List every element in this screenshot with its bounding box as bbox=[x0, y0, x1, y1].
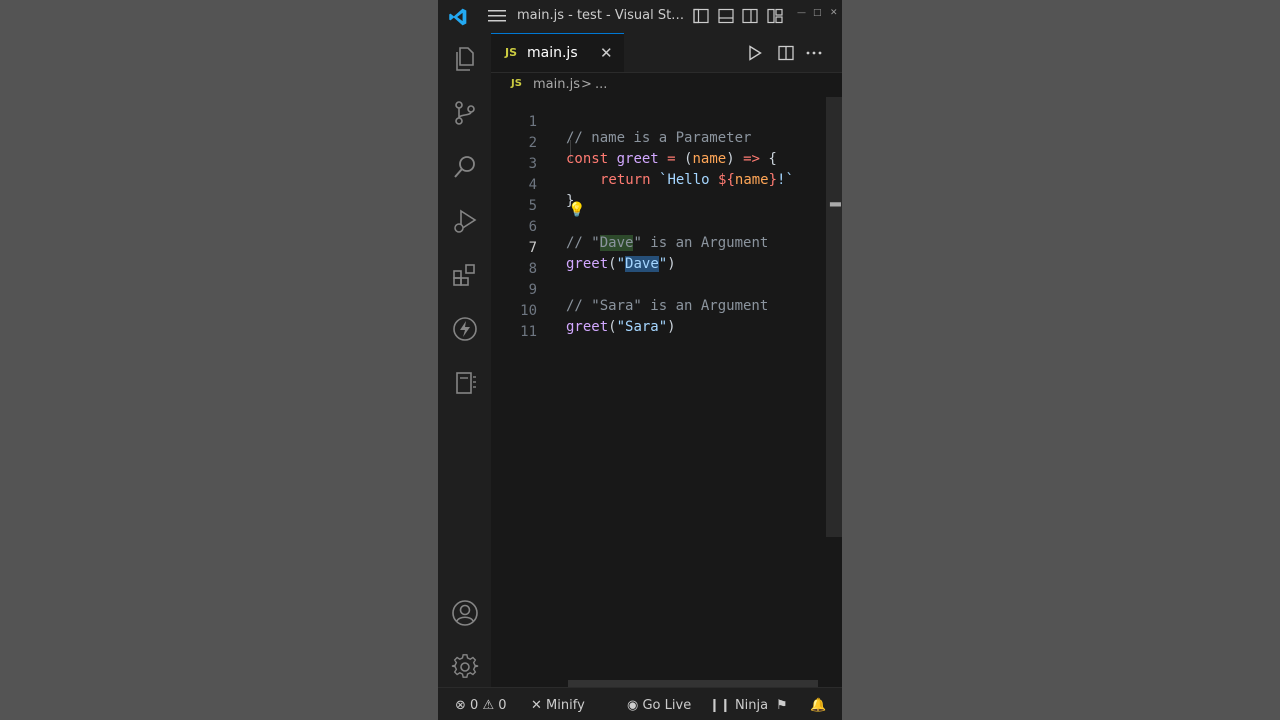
vscode-logo-icon[interactable] bbox=[448, 7, 468, 27]
code-line: 7 greet("Dave") bbox=[491, 224, 826, 272]
minify-button[interactable]: ✕ Minify bbox=[531, 698, 585, 713]
code-line: 11 bbox=[491, 308, 826, 340]
go-live-button[interactable]: ◉ Go Live bbox=[627, 698, 691, 713]
explorer-icon[interactable] bbox=[451, 45, 479, 73]
settings-gear-icon[interactable] bbox=[451, 653, 479, 681]
minimap-cursor-marker: ▂ bbox=[830, 191, 841, 207]
activity-bar bbox=[438, 33, 492, 687]
minify-icon: ✕ bbox=[531, 698, 542, 713]
notifications-bell-icon[interactable]: 🔔 bbox=[810, 698, 826, 713]
minimize-icon[interactable]: — bbox=[797, 8, 806, 18]
tab-label: main.js bbox=[527, 45, 578, 61]
source-control-icon[interactable] bbox=[451, 99, 479, 127]
status-bar: ⊗ 0 ⚠ 0 ✕ Minify ◉ Go Live ❙❙ Ninja ⚑ 🔔 bbox=[438, 687, 842, 720]
warning-count: 0 bbox=[498, 698, 507, 713]
toggle-secondary-sidebar-icon[interactable] bbox=[742, 8, 758, 24]
horizontal-scrollbar[interactable] bbox=[568, 680, 818, 687]
code-line: 8 bbox=[491, 245, 826, 277]
code-line: 9 // "Sara" is an Argument bbox=[491, 266, 826, 314]
toggle-panel-icon[interactable] bbox=[718, 8, 734, 24]
feedback-icon[interactable]: ⚑ bbox=[776, 698, 788, 713]
code-line: 10 greet("Sara") bbox=[491, 287, 826, 335]
vertical-scrollbar[interactable] bbox=[826, 97, 842, 537]
customize-layout-icon[interactable] bbox=[767, 8, 783, 24]
pause-icon: ❙❙ bbox=[709, 698, 731, 713]
line-number: 11 bbox=[520, 324, 537, 340]
error-icon: ⊗ bbox=[455, 698, 466, 713]
code-line: 2 const greet = (name) => { bbox=[491, 119, 826, 167]
ninja-button[interactable]: ❙❙ Ninja bbox=[709, 698, 768, 713]
thunder-client-icon[interactable] bbox=[451, 315, 479, 343]
error-count: 0 bbox=[470, 698, 479, 713]
tab-bar: JS main.js ✕ bbox=[491, 33, 842, 73]
warning-icon: ⚠ bbox=[482, 698, 495, 713]
breadcrumb-file[interactable]: main.js bbox=[533, 77, 580, 92]
problems-indicator[interactable]: ⊗ 0 ⚠ 0 bbox=[455, 698, 507, 713]
toggle-primary-sidebar-icon[interactable] bbox=[693, 8, 709, 24]
code-line: 6 // "Dave" is an Argument 💡 bbox=[491, 202, 826, 251]
breadcrumb-js-icon: JS bbox=[511, 78, 522, 89]
code-line: 1 // name is a Parameter bbox=[491, 98, 826, 146]
run-icon[interactable] bbox=[748, 45, 762, 61]
close-window-icon[interactable]: ✕ bbox=[830, 8, 838, 18]
extensions-icon[interactable] bbox=[451, 261, 479, 289]
menu-icon[interactable] bbox=[488, 9, 506, 23]
search-icon[interactable] bbox=[451, 153, 479, 181]
title-bar: main.js - test - Visual Studi... — □ ✕ bbox=[438, 0, 842, 33]
go-live-label: Go Live bbox=[642, 698, 692, 713]
split-editor-icon[interactable] bbox=[778, 45, 794, 61]
broadcast-icon: ◉ bbox=[627, 698, 639, 713]
window-title: main.js - test - Visual Studi... bbox=[517, 8, 687, 23]
more-actions-icon[interactable] bbox=[806, 51, 822, 55]
vscode-window: main.js - test - Visual Studi... — □ ✕ J… bbox=[438, 0, 842, 720]
code-line: 4 } bbox=[491, 161, 826, 209]
editor-area: JS main.js ✕ JS main.js > ... 1 // name … bbox=[491, 33, 842, 687]
run-and-debug-icon[interactable] bbox=[451, 207, 479, 235]
js-file-icon: JS bbox=[505, 46, 518, 59]
code-line: 5 bbox=[491, 182, 826, 214]
code-line: 3 return `Hello ${name}!` bbox=[491, 140, 826, 188]
tab-main-js[interactable]: JS main.js ✕ bbox=[491, 33, 624, 72]
accounts-icon[interactable] bbox=[451, 599, 479, 627]
breadcrumb: JS main.js > ... bbox=[491, 73, 842, 97]
notebook-icon[interactable] bbox=[451, 369, 479, 397]
ninja-label: Ninja bbox=[734, 698, 769, 713]
tab-close-icon[interactable]: ✕ bbox=[600, 44, 613, 62]
lightbulb-icon[interactable]: 💡 bbox=[568, 202, 585, 218]
maximize-icon[interactable]: □ bbox=[813, 8, 822, 18]
minify-label: Minify bbox=[546, 698, 585, 713]
breadcrumb-separator: > bbox=[581, 77, 592, 92]
breadcrumb-more[interactable]: ... bbox=[595, 77, 607, 92]
